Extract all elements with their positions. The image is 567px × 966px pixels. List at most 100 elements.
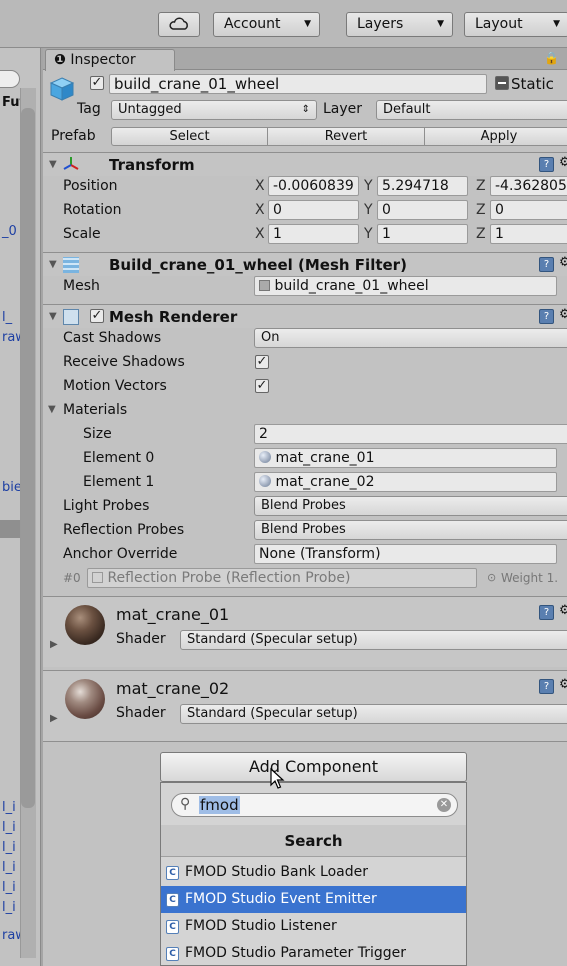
transform-header[interactable]: ▼ Transform ? ⚙: [43, 152, 567, 176]
rotation-y-field[interactable]: 0: [377, 200, 468, 220]
reflection-probe-icon: [92, 572, 103, 583]
position-y-field[interactable]: 5.294718: [377, 176, 468, 196]
layer-dropdown[interactable]: Default: [376, 100, 567, 120]
scale-x-field[interactable]: 1: [268, 224, 359, 244]
axis-y-label[interactable]: Y: [364, 202, 373, 218]
tag-dropdown[interactable]: Untagged ⇕: [111, 100, 317, 120]
hierarchy-fragment[interactable]: l_i: [2, 820, 16, 835]
component-item-bank-loader[interactable]: C FMOD Studio Bank Loader: [161, 859, 466, 886]
active-checkbox[interactable]: ✓: [90, 76, 104, 90]
layout-dropdown[interactable]: Layout ▼: [464, 12, 567, 37]
lock-icon[interactable]: 🔒: [544, 51, 559, 65]
help-icon[interactable]: ?: [539, 257, 554, 272]
element0-object-field[interactable]: mat_crane_01: [254, 448, 557, 468]
rotation-x-field[interactable]: 0: [268, 200, 359, 220]
help-icon[interactable]: ?: [539, 157, 554, 172]
component-item-event-emitter[interactable]: C FMOD Studio Event Emitter: [161, 886, 466, 913]
axis-z-label[interactable]: Z: [476, 178, 486, 194]
gear-icon[interactable]: ⚙: [559, 307, 567, 322]
prefab-revert-button[interactable]: Revert: [267, 127, 425, 146]
chevron-down-icon: ▼: [437, 19, 444, 29]
element1-object-field[interactable]: mat_crane_02: [254, 472, 557, 492]
gear-icon[interactable]: ⚙: [559, 255, 567, 270]
hierarchy-fragment[interactable]: _0: [2, 224, 17, 239]
shader-dropdown[interactable]: Standard (Specular setup): [180, 630, 567, 650]
material-panel: ▶ mat_crane_01 Shader Standard (Specular…: [43, 597, 567, 667]
object-name-field[interactable]: build_crane_01_wheel: [109, 74, 487, 94]
foldout-arrow-icon[interactable]: ▼: [49, 311, 57, 322]
anchor-override-field[interactable]: None (Transform): [254, 544, 557, 564]
cast-shadows-dropdown[interactable]: On: [254, 328, 567, 348]
mesh-renderer-enabled-checkbox[interactable]: ✓: [90, 309, 104, 323]
foldout-arrow-icon[interactable]: ▶: [50, 639, 58, 650]
axis-y-label[interactable]: Y: [364, 178, 373, 194]
mesh-filter-header[interactable]: ▼ Build_crane_01_wheel (Mesh Filter) ? ⚙: [43, 252, 567, 276]
help-icon[interactable]: ?: [539, 679, 554, 694]
tab-inspector[interactable]: ❶ Inspector: [45, 49, 175, 71]
axis-z-label[interactable]: Z: [476, 202, 486, 218]
hierarchy-fragment[interactable]: l_i: [2, 900, 16, 915]
component-search-input[interactable]: ⚲ fmod ✕: [171, 793, 458, 817]
probe-value: Reflection Probe (Reflection Probe): [107, 570, 351, 586]
component-item-label: FMOD Studio Parameter Trigger: [185, 945, 406, 961]
mouse-cursor-icon: [270, 768, 285, 789]
hierarchy-scroll-thumb[interactable]: [21, 108, 35, 808]
info-icon: ❶: [54, 52, 66, 68]
foldout-arrow-icon[interactable]: ▼: [49, 259, 57, 270]
layout-label: Layout: [475, 16, 523, 32]
foldout-arrow-icon[interactable]: ▼: [49, 159, 57, 170]
prefab-apply-button[interactable]: Apply: [424, 127, 567, 146]
scale-label: Scale: [63, 226, 101, 242]
foldout-arrow-icon[interactable]: ▶: [50, 713, 58, 724]
prefab-select-button[interactable]: Select: [111, 127, 268, 146]
axis-x-label[interactable]: X: [255, 202, 265, 218]
mesh-renderer-header[interactable]: ▼ ✓ Mesh Renderer ? ⚙: [43, 304, 567, 328]
transform-title: Transform: [109, 156, 195, 174]
gear-icon[interactable]: ⚙: [559, 677, 567, 692]
element1-value: mat_crane_02: [275, 474, 375, 490]
hierarchy-fragment[interactable]: l_i: [2, 800, 16, 815]
gear-icon[interactable]: ⚙: [559, 155, 567, 170]
hierarchy-fragment[interactable]: l_i: [2, 840, 16, 855]
add-component-button[interactable]: Add Component: [160, 752, 467, 782]
scale-z-field[interactable]: 1: [490, 224, 567, 244]
materials-foldout-icon[interactable]: ▼: [48, 404, 56, 415]
axis-x-label[interactable]: X: [255, 178, 265, 194]
shader-dropdown[interactable]: Standard (Specular setup): [180, 704, 567, 724]
size-field[interactable]: 2: [254, 424, 567, 444]
script-icon: C: [166, 920, 179, 934]
rotation-z-field[interactable]: 0: [490, 200, 567, 220]
help-icon[interactable]: ?: [539, 605, 554, 620]
axis-y-label[interactable]: Y: [364, 226, 373, 242]
hierarchy-search-field[interactable]: [0, 70, 20, 88]
light-probes-dropdown[interactable]: Blend Probes: [254, 496, 567, 516]
hierarchy-fragment[interactable]: l_i: [2, 860, 16, 875]
hierarchy-selected-row[interactable]: [0, 520, 20, 538]
mesh-object-field[interactable]: build_crane_01_wheel: [254, 276, 557, 296]
mesh-filter-title: Build_crane_01_wheel (Mesh Filter): [109, 256, 407, 274]
component-item-parameter-trigger[interactable]: C FMOD Studio Parameter Trigger: [161, 940, 466, 966]
scale-y-field[interactable]: 1: [377, 224, 468, 244]
position-x-field[interactable]: -0.0060839: [268, 176, 359, 196]
layers-dropdown[interactable]: Layers ▼: [346, 12, 453, 37]
hierarchy-fragment[interactable]: bie: [2, 480, 22, 495]
reflection-probes-label: Reflection Probes: [63, 522, 185, 538]
position-z-field[interactable]: -4.362805: [490, 176, 567, 196]
help-icon[interactable]: ?: [539, 309, 554, 324]
hierarchy-fragment[interactable]: l_: [2, 310, 12, 325]
receive-shadows-checkbox[interactable]: ✓: [255, 355, 269, 369]
axis-x-label[interactable]: X: [255, 226, 265, 242]
account-dropdown[interactable]: Account ▼: [213, 12, 320, 37]
mesh-grid-icon: [259, 280, 270, 291]
material-name: mat_crane_02: [116, 679, 230, 698]
reflection-probes-dropdown[interactable]: Blend Probes: [254, 520, 567, 540]
clear-search-icon[interactable]: ✕: [437, 798, 451, 812]
static-checkbox[interactable]: [495, 76, 509, 90]
gear-icon[interactable]: ⚙: [559, 603, 567, 618]
motion-vectors-checkbox[interactable]: ✓: [255, 379, 269, 393]
materials-label[interactable]: Materials: [63, 402, 127, 418]
axis-z-label[interactable]: Z: [476, 226, 486, 242]
component-item-listener[interactable]: C FMOD Studio Listener: [161, 913, 466, 940]
hierarchy-fragment[interactable]: l_i: [2, 880, 16, 895]
cloud-button[interactable]: [158, 12, 200, 37]
